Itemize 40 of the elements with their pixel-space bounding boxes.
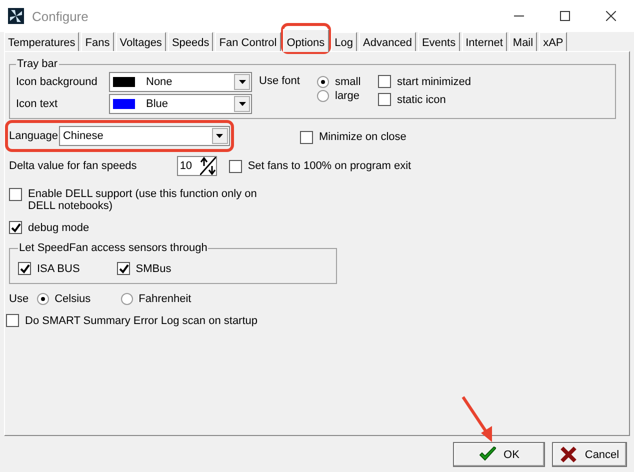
tab[interactable]: Internet xyxy=(462,32,507,51)
field-label: Delta value for fan speeds xyxy=(9,160,137,172)
field-label: Use font xyxy=(259,75,301,89)
radio-label: Celsius xyxy=(54,293,91,305)
window-title: Configure xyxy=(32,8,88,24)
tab[interactable]: xAP xyxy=(539,32,568,51)
tab[interactable]: Voltages xyxy=(116,32,166,51)
dropdown[interactable]: None xyxy=(109,72,252,92)
tab[interactable]: Fan Control xyxy=(215,32,281,51)
dropdown[interactable]: Blue xyxy=(109,94,252,114)
checkbox-label: Minimize on close xyxy=(318,131,406,143)
cancel-button[interactable]: Cancel xyxy=(552,442,627,467)
radio-label: large xyxy=(335,90,360,102)
tab[interactable]: Log xyxy=(330,32,358,51)
checkbox-label: debug mode xyxy=(28,222,90,234)
tab[interactable]: Mail xyxy=(508,32,538,51)
field-label: Language xyxy=(9,130,58,142)
group-title: Tray bar xyxy=(16,58,59,70)
field-label: Use xyxy=(9,293,29,305)
checkbox-label: start minimized xyxy=(397,76,471,88)
checkbox-label: ISA BUS xyxy=(37,262,80,274)
tab[interactable]: Events xyxy=(418,32,460,51)
field-label: Icon text xyxy=(16,98,59,110)
tab[interactable]: Speeds xyxy=(168,32,214,51)
ok-button[interactable]: OK xyxy=(453,442,545,467)
spin-field[interactable]: 10 xyxy=(176,156,217,176)
checkbox-label: Do SMART Summary Error Log scan on startup xyxy=(25,314,258,326)
checkbox-label: Set fans to 100% on program exit xyxy=(248,160,412,172)
field-label: Icon background xyxy=(16,76,98,88)
checkbox-label: static icon xyxy=(397,94,446,106)
group-title: Let SpeedFan access sensors through xyxy=(18,242,208,254)
checkbox-label: SMBus xyxy=(136,262,172,274)
tab[interactable]: Fans xyxy=(81,32,114,51)
tab[interactable]: Options xyxy=(282,29,329,52)
tab[interactable]: Advanced xyxy=(359,32,416,51)
dropdown[interactable]: Chinese xyxy=(58,126,230,146)
checkbox-label: Enable DELL support (use this function only on DELL notebooks) xyxy=(28,188,258,212)
tab[interactable]: Temperatures xyxy=(4,32,80,51)
radio-label: Fahrenheit xyxy=(138,293,192,305)
radio-label: small xyxy=(335,76,361,88)
